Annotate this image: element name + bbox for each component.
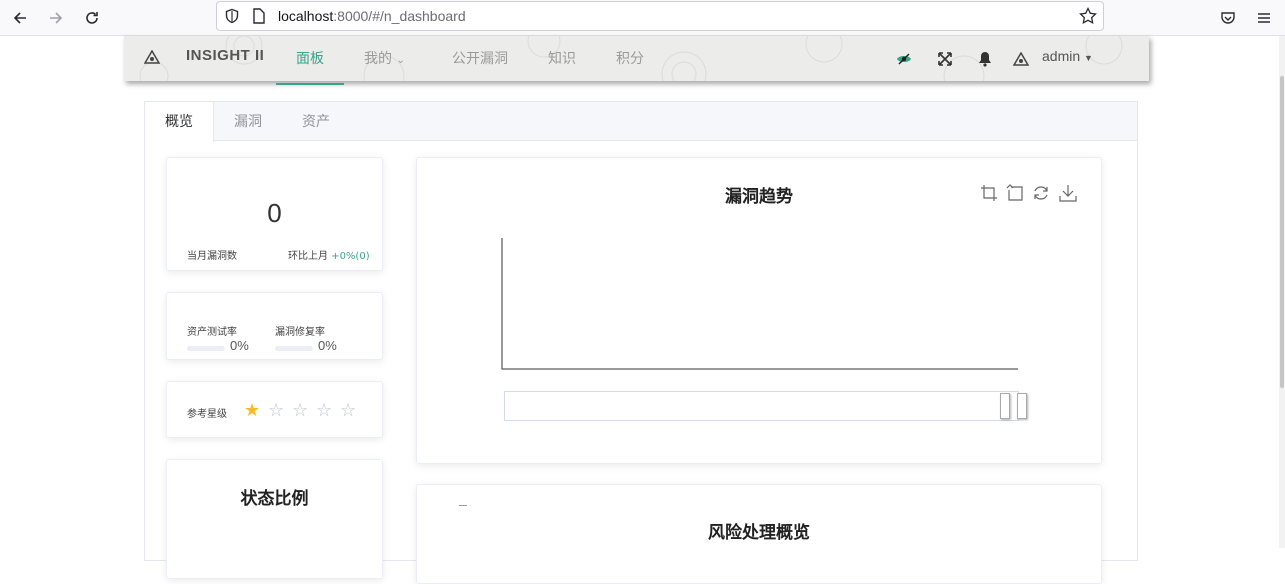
star-icon-2: ☆ bbox=[268, 400, 285, 421]
bookmark-star-icon[interactable] bbox=[1079, 6, 1097, 29]
star-icon-4: ☆ bbox=[316, 400, 333, 421]
fullscreen-icon[interactable] bbox=[936, 50, 954, 68]
forward-icon[interactable] bbox=[44, 6, 68, 30]
compare-last-month: 环比上月 +0%(0) bbox=[288, 247, 370, 262]
nav-public-vulns[interactable]: 公开漏洞 bbox=[452, 48, 508, 68]
divider bbox=[459, 505, 467, 506]
nav-knowledge[interactable]: 知识 bbox=[548, 48, 576, 68]
caret-down-icon: ▼ bbox=[1084, 53, 1093, 63]
bell-icon[interactable] bbox=[976, 50, 994, 68]
page-icon bbox=[252, 8, 266, 28]
eye-icon[interactable] bbox=[895, 50, 913, 68]
nav-mine-label: 我的 bbox=[364, 51, 392, 67]
status-ratio-panel: 状态比例 bbox=[166, 459, 383, 579]
refresh-icon[interactable] bbox=[1032, 184, 1050, 202]
zoom-select-icon[interactable] bbox=[980, 184, 998, 202]
menu-icon[interactable] bbox=[1252, 6, 1276, 30]
asset-test-progress bbox=[187, 346, 225, 351]
app-header: INSIGHT II 面板 我的 ⌄ 公开漏洞 知识 积分 admin ▼ bbox=[124, 36, 1149, 81]
vuln-trend-title: 漏洞趋势 bbox=[725, 187, 793, 207]
nav-active-indicator bbox=[276, 83, 344, 85]
rates-panel: 资产测试率 0% 漏洞修复率 0% bbox=[166, 292, 383, 360]
download-icon[interactable] bbox=[1059, 184, 1077, 202]
url-bar[interactable]: localhost:8000/#/n_dashboard bbox=[216, 1, 1104, 31]
vuln-fix-rate-label: 漏洞修复率 bbox=[275, 327, 325, 338]
user-avatar-icon[interactable] bbox=[1012, 50, 1030, 68]
vuln-trend-panel: 漏洞趋势 bbox=[416, 157, 1102, 464]
trend-chart-area bbox=[501, 238, 1018, 370]
nav-points[interactable]: 积分 bbox=[616, 48, 644, 68]
star-icon-3: ☆ bbox=[292, 400, 309, 421]
zoom-handle-start[interactable] bbox=[1000, 393, 1010, 419]
user-name: admin bbox=[1042, 48, 1081, 64]
rating-panel: 参考星级 ★ ☆ ☆ ☆ ☆ bbox=[166, 381, 383, 438]
asset-test-rate-value: 0% bbox=[230, 338, 249, 353]
user-menu[interactable]: admin ▼ bbox=[1042, 48, 1093, 64]
tab-vulns[interactable]: 漏洞 bbox=[214, 102, 282, 141]
tabs-bar: 概览 漏洞 资产 bbox=[145, 102, 1137, 142]
compare-value: +0%(0) bbox=[331, 251, 370, 262]
vuln-fix-progress bbox=[275, 346, 313, 351]
logo-icon[interactable] bbox=[143, 49, 161, 68]
zoom-handle-end[interactable] bbox=[1017, 393, 1027, 419]
url-text[interactable]: localhost:8000/#/n_dashboard bbox=[278, 8, 466, 24]
brand-name[interactable]: INSIGHT II bbox=[186, 47, 264, 64]
data-zoom-slider[interactable] bbox=[504, 391, 1027, 421]
star-icon-5: ☆ bbox=[340, 400, 357, 421]
zoom-reset-icon[interactable] bbox=[1006, 184, 1024, 202]
asset-test-rate-label: 资产测试率 bbox=[187, 327, 237, 338]
scroll-thumb[interactable] bbox=[1280, 76, 1284, 388]
status-ratio-title: 状态比例 bbox=[240, 489, 309, 509]
reload-icon[interactable] bbox=[80, 6, 104, 30]
back-icon[interactable] bbox=[8, 6, 32, 30]
pocket-icon[interactable] bbox=[1216, 6, 1240, 30]
rating-label: 参考星级 bbox=[187, 409, 227, 420]
monthly-vuln-panel: 0 当月漏洞数 环比上月 +0%(0) bbox=[166, 157, 383, 271]
browser-toolbar: localhost:8000/#/n_dashboard bbox=[0, 0, 1285, 36]
chevron-down-icon: ⌄ bbox=[396, 55, 405, 66]
monthly-vuln-label: 当月漏洞数 bbox=[187, 251, 237, 262]
compare-label: 环比上月 bbox=[288, 251, 328, 262]
shield-icon[interactable] bbox=[224, 8, 240, 28]
main-card: 概览 漏洞 资产 0 当月漏洞数 环比上月 +0%(0) 资产测试率 0% 漏洞… bbox=[144, 101, 1138, 584]
star-icon-1: ★ bbox=[244, 400, 261, 421]
monthly-vuln-count: 0 bbox=[267, 198, 282, 228]
nav-mine[interactable]: 我的 ⌄ bbox=[364, 48, 405, 68]
page-scrollbar[interactable] bbox=[1279, 36, 1285, 548]
tab-assets[interactable]: 资产 bbox=[282, 102, 350, 141]
risk-overview-panel: 风险处理概览 bbox=[416, 484, 1102, 584]
vuln-fix-rate-value: 0% bbox=[318, 338, 337, 353]
tab-overview[interactable]: 概览 bbox=[145, 102, 214, 142]
nav-dashboard[interactable]: 面板 bbox=[296, 48, 324, 68]
risk-overview-title: 风险处理概览 bbox=[708, 523, 810, 543]
